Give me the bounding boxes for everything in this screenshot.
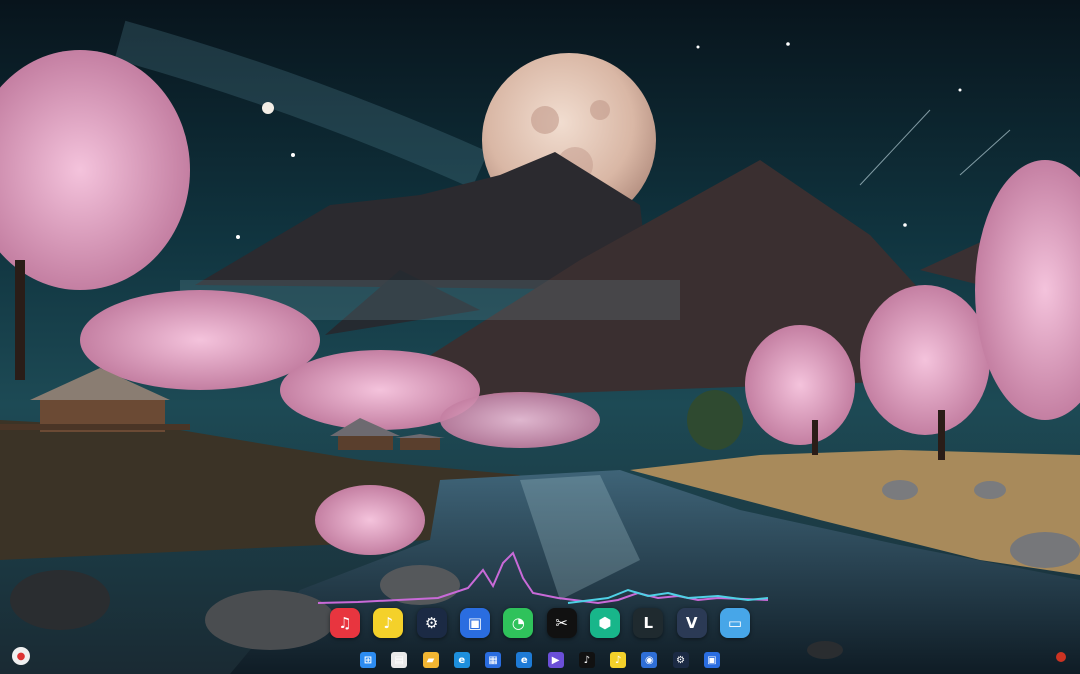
qq-music-small-icon[interactable]: ♪ — [610, 652, 627, 668]
v-app-icon[interactable]: V — [676, 608, 707, 638]
app-dock: ♫ ♪ ⚙ ▣ ◔ ✂ ⬢ L V ▭ — [330, 600, 750, 646]
steam-small-icon[interactable]: ⚙ — [672, 652, 689, 668]
steam-icon[interactable]: ⚙ — [416, 608, 447, 638]
capcut-icon[interactable]: ✂ — [546, 608, 577, 638]
netease-music-icon[interactable]: ♫ — [330, 608, 360, 638]
notification-icon[interactable]: ● — [12, 647, 30, 665]
browser-icon[interactable]: ◉ — [641, 652, 658, 668]
wechat-icon[interactable]: ◔ — [503, 608, 534, 638]
tiktok-icon[interactable]: ♪ — [578, 652, 595, 668]
monitor-icon[interactable]: ▭ — [719, 608, 750, 638]
audio-visualizer — [318, 551, 768, 605]
player-icon[interactable]: ▶ — [547, 652, 564, 668]
app-green-icon[interactable]: ⬢ — [589, 608, 620, 638]
folder-icon[interactable]: ▰ — [422, 652, 439, 668]
qq-music-icon[interactable]: ♪ — [373, 608, 404, 638]
ie-icon[interactable]: e — [516, 652, 533, 668]
file-icon[interactable]: ▤ — [391, 652, 408, 668]
screenshot-small-icon[interactable]: ▣ — [703, 652, 720, 668]
screenshot-icon[interactable]: ▣ — [459, 608, 490, 638]
start-icon[interactable]: ⊞ — [360, 652, 376, 668]
taskbar: ⊞ ▤ ▰ e ▦ e ▶ ♪ ♪ ◉ ⚙ ▣ — [360, 648, 720, 672]
status-dot-icon[interactable] — [1056, 652, 1066, 662]
edge-icon[interactable]: e — [453, 652, 470, 668]
store-icon[interactable]: ▦ — [485, 652, 502, 668]
league-icon[interactable]: L — [633, 608, 664, 638]
